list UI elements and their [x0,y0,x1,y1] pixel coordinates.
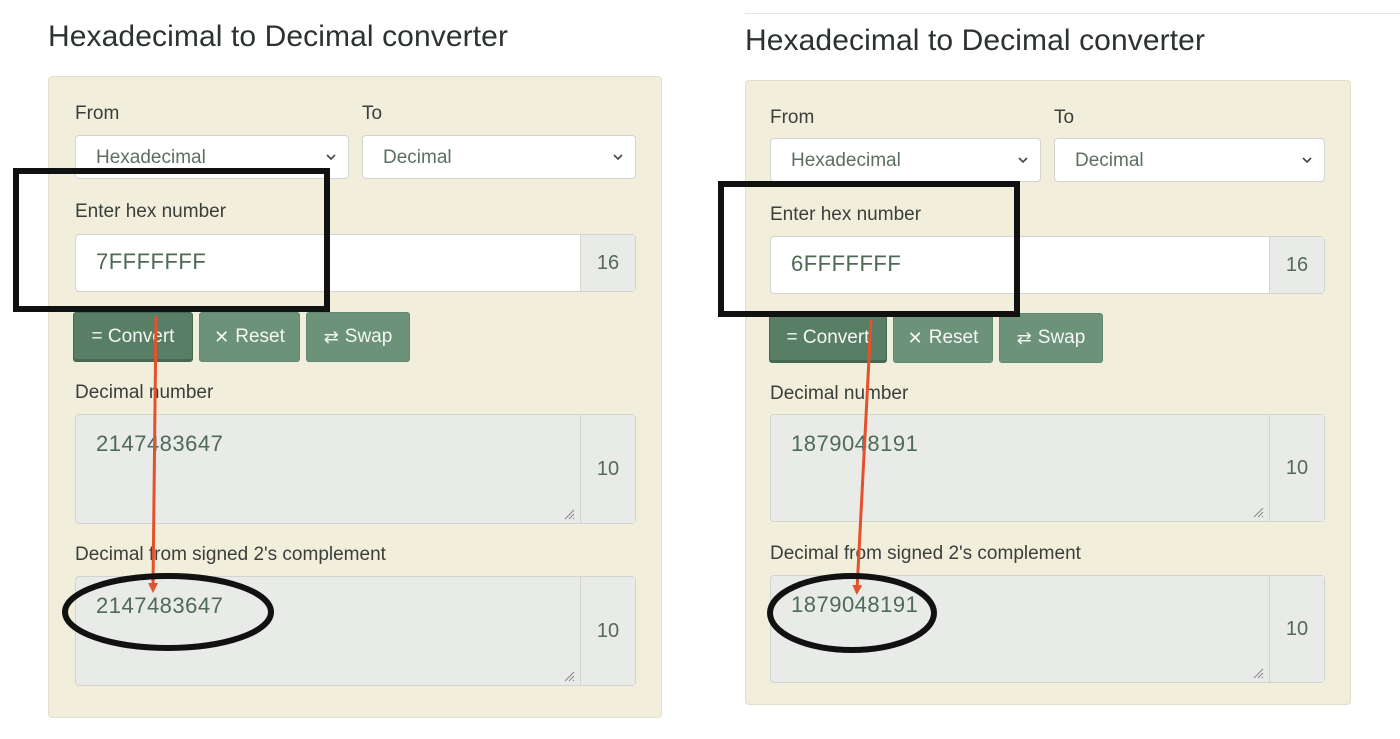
times-icon: ✕ [214,327,230,347]
to-label: To [362,103,383,124]
reset-button-label: Reset [235,326,285,347]
convert-button[interactable]: = Convert [769,313,887,363]
hex-input-value: 7FFFFFFF [96,249,207,274]
to-select[interactable]: Decimal [362,135,636,179]
signed-output-label: Decimal from signed 2's complement [75,544,386,565]
from-select[interactable]: Hexadecimal [75,135,349,179]
swap-arrows-icon: ⇄ [1016,328,1032,348]
swap-arrows-icon: ⇄ [323,327,339,347]
from-label: From [770,107,815,128]
page-title: Hexadecimal to Decimal converter [745,24,1206,57]
signed-output-value: 2147483647 [96,593,224,618]
base-addon: 10 [1269,576,1324,682]
chevron-down-icon [613,154,623,161]
resize-grip-icon[interactable] [1252,667,1264,679]
base-addon: 10 [580,577,635,685]
base-addon: 10 [1269,415,1324,521]
signed-output-value: 1879048191 [791,592,919,617]
decimal-output-value: 1879048191 [791,431,919,456]
base-addon: 16 [1269,237,1324,293]
decimal-output[interactable]: 2147483647 10 [75,414,636,524]
swap-button-label: Swap [344,326,393,347]
convert-button-label: = Convert [786,327,870,348]
reset-button-label: Reset [928,327,979,348]
button-group: = Convert ✕ Reset ⇄ Swap [769,313,1109,363]
swap-button[interactable]: ⇄ Swap [999,313,1103,363]
to-select-value: Decimal [1075,150,1144,171]
page-title: Hexadecimal to Decimal converter [48,20,509,53]
chevron-down-icon [1018,157,1028,164]
from-label: From [75,103,120,124]
button-group: = Convert ✕ Reset ⇄ Swap [73,312,413,362]
base-addon: 10 [580,415,635,523]
hex-input[interactable]: 7FFFFFFF 16 [75,234,636,292]
from-select-value: Hexadecimal [96,147,206,168]
divider [745,13,1400,14]
chevron-down-icon [326,154,336,161]
swap-button-label: Swap [1037,327,1086,348]
to-label: To [1054,107,1075,128]
converter-card: From To Hexadecimal Decimal Enter hex nu… [48,76,662,718]
resize-grip-icon[interactable] [563,508,575,520]
signed-output[interactable]: 1879048191 10 [770,575,1325,683]
hex-input-label: Enter hex number [770,204,922,225]
swap-button[interactable]: ⇄ Swap [306,312,410,362]
reset-button[interactable]: ✕ Reset [199,312,300,362]
times-icon: ✕ [907,328,923,348]
decimal-output[interactable]: 1879048191 10 [770,414,1325,522]
from-select-value: Hexadecimal [791,150,901,171]
decimal-output-value: 2147483647 [96,431,224,456]
reset-button[interactable]: ✕ Reset [893,313,993,363]
hex-input[interactable]: 6FFFFFFF 16 [770,236,1325,294]
signed-output-label: Decimal from signed 2's complement [770,543,1081,564]
base-addon: 16 [580,235,635,291]
to-select-value: Decimal [383,147,452,168]
to-select[interactable]: Decimal [1054,138,1325,182]
hex-input-value: 6FFFFFFF [791,251,902,276]
decimal-output-label: Decimal number [770,383,909,404]
resize-grip-icon[interactable] [1252,506,1264,518]
hex-input-label: Enter hex number [75,201,227,222]
from-select[interactable]: Hexadecimal [770,138,1041,182]
decimal-output-label: Decimal number [75,382,214,403]
chevron-down-icon [1302,157,1312,164]
convert-button[interactable]: = Convert [73,312,193,362]
resize-grip-icon[interactable] [563,670,575,682]
converter-card: From To Hexadecimal Decimal Enter hex nu… [745,80,1351,705]
convert-button-label: = Convert [91,326,175,347]
signed-output[interactable]: 2147483647 10 [75,576,636,686]
